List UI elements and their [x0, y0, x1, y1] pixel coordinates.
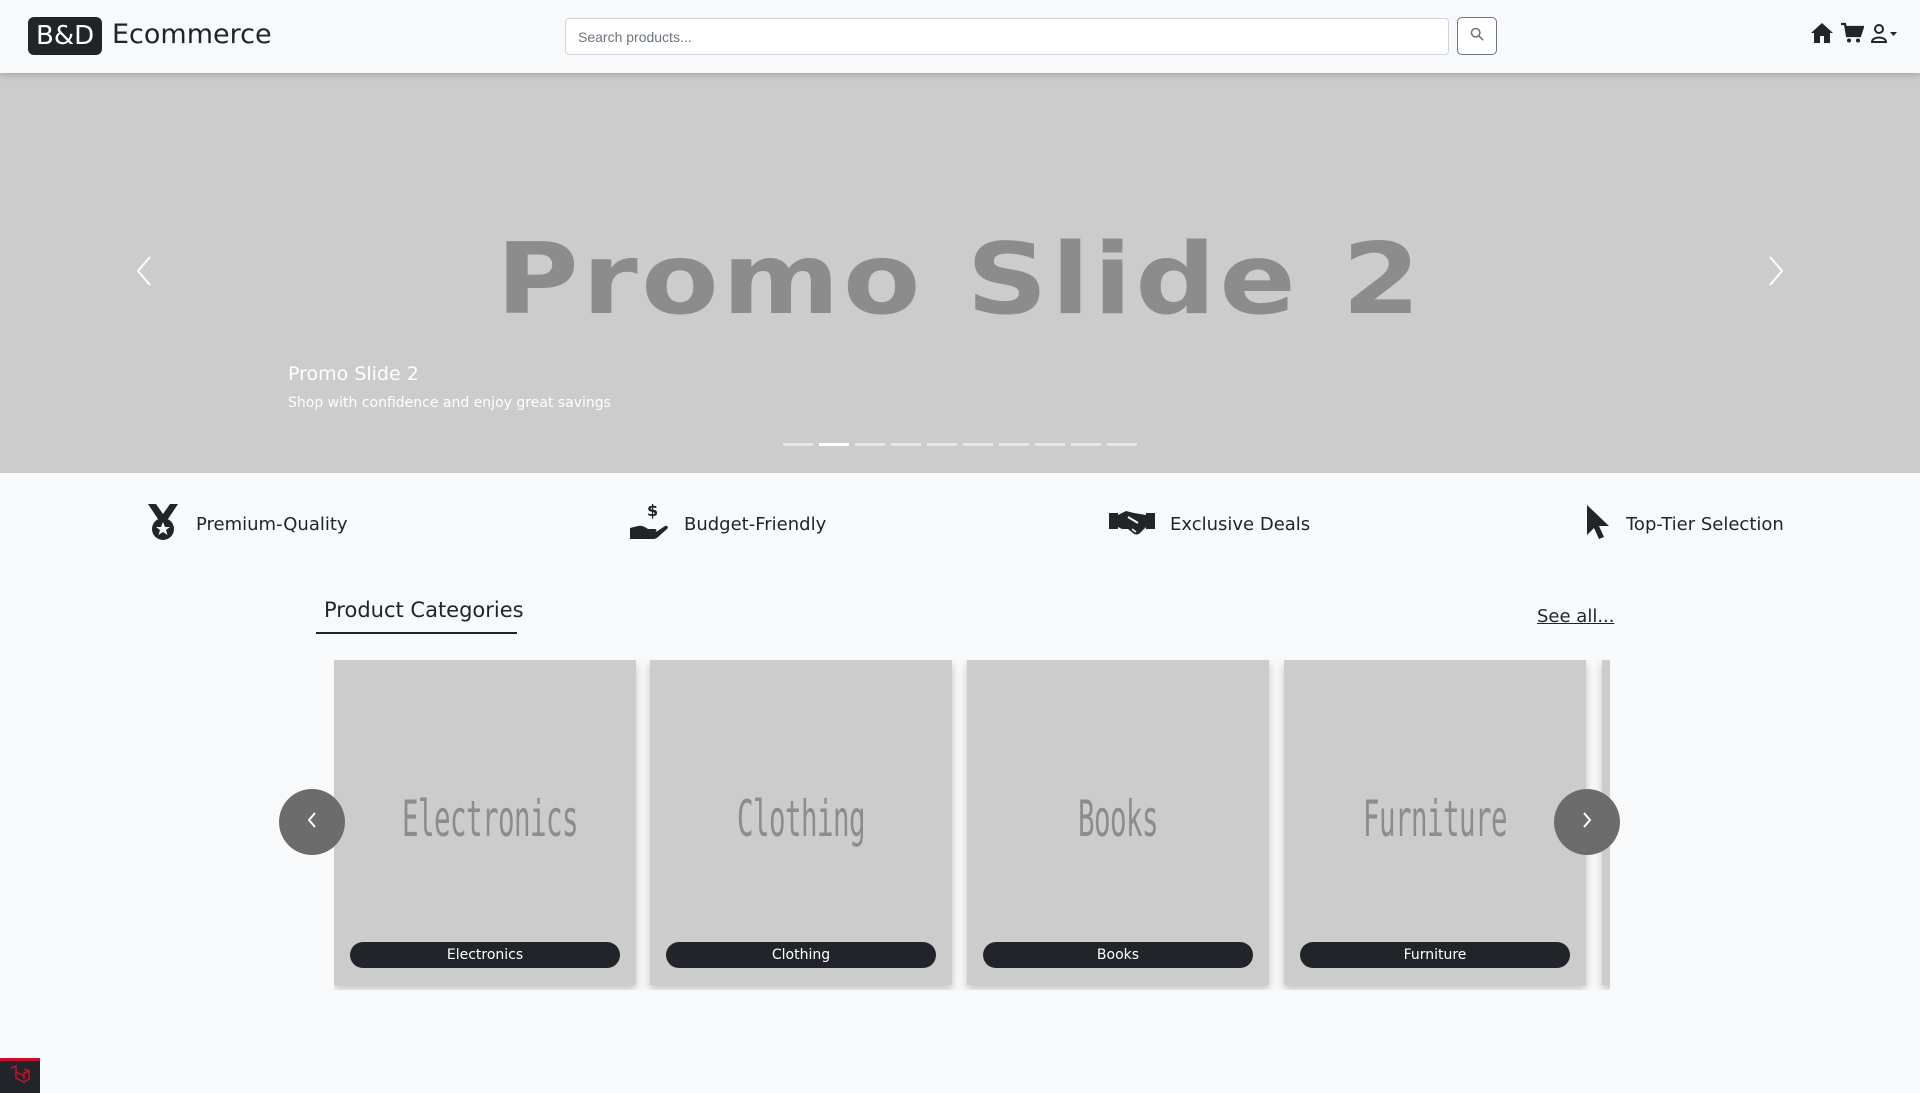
home-icon[interactable] [1810, 22, 1834, 44]
promo-carousel: Promo Slide 2 Promo Slide 2 Shop with co… [0, 73, 1920, 473]
promo-slide-image: Promo Slide 2 [496, 223, 1424, 337]
logo[interactable]: B&D [28, 17, 103, 55]
carousel-indicator[interactable] [927, 443, 957, 446]
category-card-furniture[interactable]: Furniture Furniture [1284, 660, 1586, 985]
category-image: Furniture [1362, 790, 1508, 848]
feature-label: Budget-Friendly [684, 513, 827, 535]
feature-top-tier-selection: Top-Tier Selection [1584, 500, 1784, 548]
chevron-left-icon [306, 811, 318, 834]
carousel-indicators [783, 443, 1137, 446]
carousel-indicator[interactable] [891, 443, 921, 446]
carousel-indicator[interactable] [999, 443, 1029, 446]
carousel-prev-button[interactable] [124, 253, 164, 293]
user-menu-icon[interactable] [1870, 22, 1898, 44]
medal-icon [144, 502, 182, 547]
feature-label: Exclusive Deals [1170, 513, 1311, 535]
carousel-caption-title: Promo Slide 2 [288, 363, 419, 385]
cursor-icon [1584, 503, 1612, 546]
category-label[interactable]: Books [983, 942, 1253, 968]
search-button[interactable] [1457, 17, 1497, 55]
top-navbar: B&D Ecommerce [0, 0, 1920, 73]
carousel-caption-text: Shop with confidence and enjoy great sav… [288, 395, 611, 411]
brand-name[interactable]: Ecommerce [112, 19, 272, 50]
category-card-books[interactable]: Books Books [967, 660, 1269, 985]
category-label[interactable]: Furniture [1300, 942, 1570, 968]
chevron-right-icon [1581, 811, 1593, 834]
search-icon [1470, 27, 1484, 46]
cart-icon[interactable] [1840, 22, 1864, 44]
category-image: Electronics [401, 790, 579, 848]
carousel-indicator[interactable] [1035, 443, 1065, 446]
see-all-link[interactable]: See all... [1537, 606, 1615, 627]
chevron-left-icon [134, 255, 154, 292]
nav-icons [1810, 22, 1898, 44]
feature-premium-quality: Premium-Quality [144, 500, 348, 548]
svg-text:$: $ [647, 502, 658, 520]
feature-label: Premium-Quality [196, 513, 348, 535]
feature-exclusive-deals: Exclusive Deals [1108, 500, 1310, 548]
handshake-icon [1108, 505, 1156, 544]
category-image: Books [1077, 790, 1159, 848]
debugbar-toggle[interactable] [0, 1058, 40, 1093]
category-card-electronics[interactable]: Electronics Electronics [334, 660, 636, 985]
categories-next-button[interactable] [1554, 789, 1620, 855]
feature-strip: Premium-Quality $ Budget-Friendly Exclus… [0, 500, 1920, 548]
hand-dollar-icon: $ [628, 501, 670, 547]
category-card-clothing[interactable]: Clothing Clothing [650, 660, 952, 985]
feature-label: Top-Tier Selection [1626, 513, 1784, 535]
chevron-right-icon [1766, 255, 1786, 292]
categories-heading: Product Categories [324, 598, 524, 622]
laravel-logo-icon [9, 1064, 31, 1090]
search-input[interactable] [565, 18, 1449, 55]
category-label[interactable]: Clothing [666, 942, 936, 968]
carousel-indicator[interactable] [855, 443, 885, 446]
categories-heading-underline [316, 632, 517, 634]
carousel-next-button[interactable] [1756, 253, 1796, 293]
categories-prev-button[interactable] [279, 789, 345, 855]
category-label[interactable]: Electronics [350, 942, 620, 968]
carousel-indicator[interactable] [963, 443, 993, 446]
carousel-indicator-active[interactable] [819, 443, 849, 446]
carousel-indicator[interactable] [1071, 443, 1101, 446]
category-image: Clothing [736, 790, 866, 848]
carousel-indicator[interactable] [783, 443, 813, 446]
categories-carousel: Electronics Electronics Clothing Clothin… [334, 660, 1610, 990]
carousel-indicator[interactable] [1107, 443, 1137, 446]
feature-budget-friendly: $ Budget-Friendly [628, 500, 826, 548]
